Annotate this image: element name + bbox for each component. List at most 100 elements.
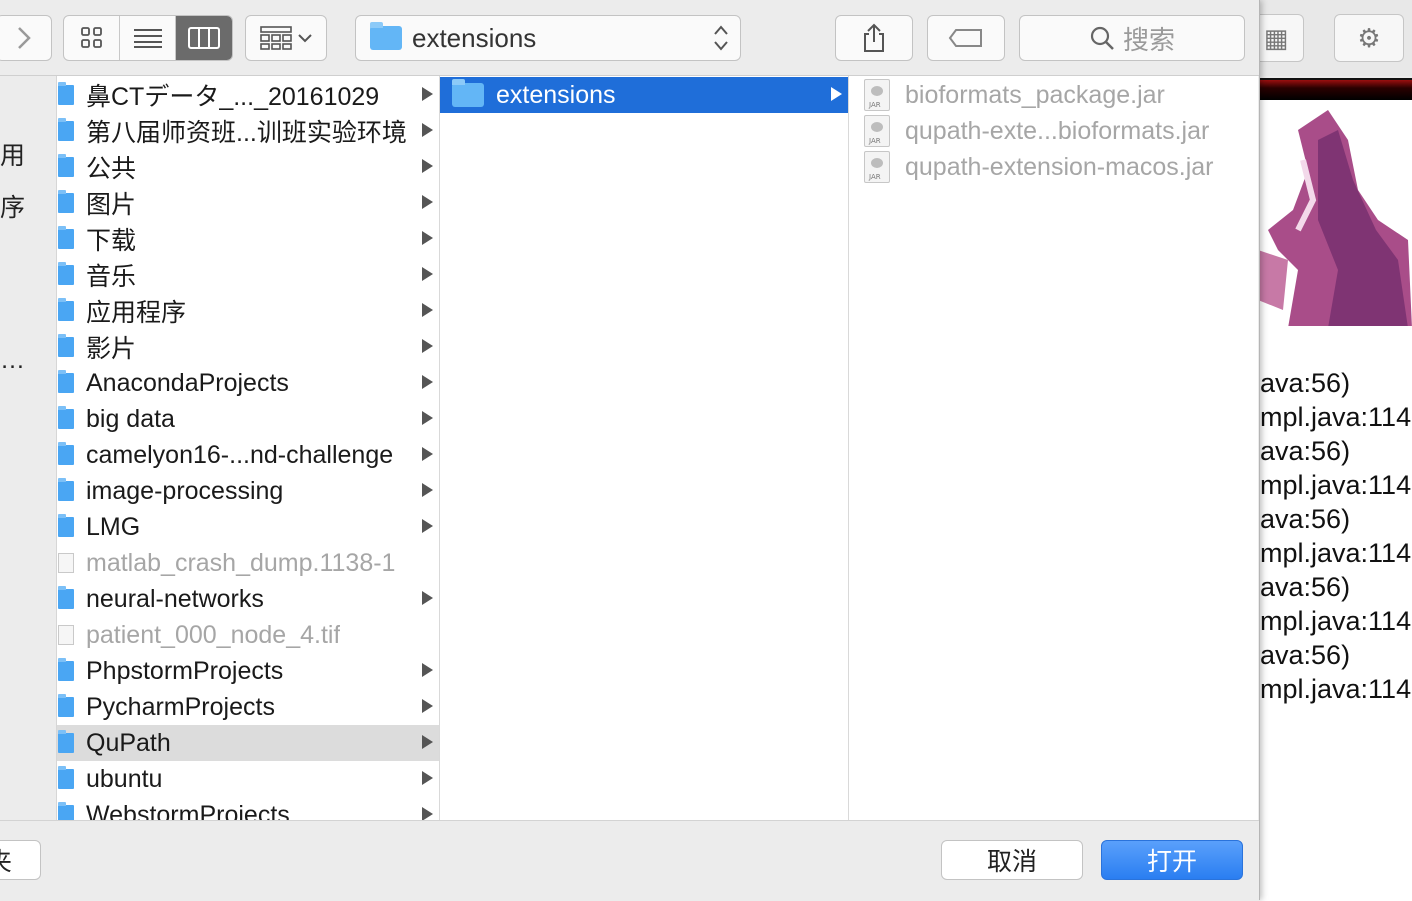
item-name: PhpstormProjects bbox=[86, 656, 284, 685]
folder-icon bbox=[58, 442, 74, 465]
path-popup-button[interactable]: extensions bbox=[355, 15, 741, 61]
list-item[interactable]: LMG bbox=[57, 509, 439, 545]
console-line: ava:56) bbox=[1260, 436, 1351, 466]
console-line: mpl.java:114 bbox=[1260, 674, 1412, 704]
cancel-button[interactable]: 取消 bbox=[941, 840, 1083, 880]
folder-icon bbox=[58, 694, 74, 717]
list-item[interactable]: QuPath bbox=[57, 725, 439, 761]
item-name: patient_000_node_4.tif bbox=[86, 620, 341, 649]
list-item[interactable]: patient_000_node_4.tif bbox=[57, 617, 439, 653]
list-item[interactable]: WebstormProjects bbox=[57, 797, 439, 820]
console-line: mpl.java:114 bbox=[1260, 538, 1412, 568]
disclosure-arrow-icon bbox=[422, 123, 433, 137]
icon-grid-icon bbox=[80, 27, 102, 48]
browser-column-2: extensions bbox=[440, 76, 849, 820]
file-item[interactable]: JAR bioformats_package.jar bbox=[849, 77, 1258, 113]
new-folder-button[interactable]: 夹 bbox=[0, 840, 41, 880]
console-line: ava:56) bbox=[1260, 572, 1351, 602]
view-mode-control[interactable] bbox=[63, 15, 233, 61]
tags-button[interactable] bbox=[927, 15, 1005, 61]
disclosure-arrow-icon bbox=[831, 87, 842, 101]
list-item[interactable]: 图片 bbox=[57, 185, 439, 221]
document-icon bbox=[58, 625, 74, 645]
search-field[interactable]: 搜索 bbox=[1019, 15, 1245, 61]
folder-icon bbox=[58, 370, 74, 393]
item-name: big data bbox=[86, 404, 175, 433]
search-icon bbox=[1090, 26, 1114, 50]
search-placeholder: 搜索 bbox=[1122, 24, 1175, 55]
sidebar-item-fragment[interactable]: 序 bbox=[0, 188, 25, 224]
background-settings-button[interactable]: ⚙ bbox=[1334, 14, 1404, 62]
list-item[interactable]: camelyon16-...nd-challenge bbox=[57, 437, 439, 473]
disclosure-arrow-icon bbox=[422, 375, 433, 389]
forward-button[interactable] bbox=[0, 15, 52, 61]
sidebar-item-fragment[interactable]: 用 bbox=[0, 136, 25, 172]
list-item[interactable]: 应用程序 bbox=[57, 293, 439, 329]
list-item[interactable]: ubuntu bbox=[57, 761, 439, 797]
list-item[interactable]: image-processing bbox=[57, 473, 439, 509]
list-item[interactable]: big data bbox=[57, 401, 439, 437]
item-name: camelyon16-...nd-challenge bbox=[86, 440, 394, 469]
disclosure-arrow-icon bbox=[422, 519, 433, 533]
list-item[interactable]: neural-networks bbox=[57, 581, 439, 617]
list-item[interactable]: 影片 bbox=[57, 329, 439, 365]
list-item[interactable]: extensions bbox=[440, 77, 848, 113]
list-item[interactable]: 第八届师资班...训班实验环境 bbox=[57, 113, 439, 149]
item-name: QuPath bbox=[86, 728, 171, 757]
item-name: ubuntu bbox=[86, 764, 163, 793]
console-line: mpl.java:114 bbox=[1260, 470, 1412, 500]
arrange-button[interactable] bbox=[245, 15, 327, 61]
list-item[interactable]: 下载 bbox=[57, 221, 439, 257]
list-view-button[interactable] bbox=[120, 16, 176, 60]
column-view-button[interactable] bbox=[176, 16, 232, 60]
item-name: neural-networks bbox=[86, 584, 264, 613]
document-icon bbox=[58, 553, 74, 573]
open-button[interactable]: 打开 bbox=[1101, 840, 1243, 880]
folder-icon bbox=[58, 586, 74, 609]
jar-badge: JAR bbox=[869, 101, 881, 109]
item-name: 图片 bbox=[86, 191, 137, 219]
sidebar-item-fragment[interactable]: … bbox=[0, 346, 25, 375]
item-name: qupath-extension-macos.jar bbox=[905, 152, 1214, 181]
folder-icon bbox=[58, 802, 74, 820]
item-name: 音乐 bbox=[86, 263, 137, 291]
jar-file-icon: JAR bbox=[864, 151, 890, 183]
folder-icon bbox=[58, 298, 74, 321]
item-name: qupath-exte...bioformats.jar bbox=[905, 116, 1210, 145]
item-name: WebstormProjects bbox=[86, 800, 290, 821]
folder-icon bbox=[58, 190, 74, 213]
browser-column-1: 鼻CTデータ_..._20161029 第八届师资班...训班实验环境公共图片 下载… bbox=[57, 76, 440, 820]
dialog-button-bar: 夹 取消 打开 bbox=[0, 820, 1259, 901]
chevron-down-icon bbox=[298, 34, 312, 43]
console-line: ava:56) bbox=[1260, 504, 1351, 534]
list-item[interactable]: AnacondaProjects bbox=[57, 365, 439, 401]
columns-icon bbox=[188, 27, 220, 49]
list-item[interactable]: PhpstormProjects bbox=[57, 653, 439, 689]
disclosure-arrow-icon bbox=[422, 735, 433, 749]
jar-file-icon: JAR bbox=[864, 115, 890, 147]
disclosure-arrow-icon bbox=[422, 267, 433, 281]
folder-icon bbox=[58, 478, 74, 501]
folder-icon bbox=[58, 118, 74, 141]
item-name: AnacondaProjects bbox=[86, 368, 289, 397]
item-name: bioformats_package.jar bbox=[905, 80, 1165, 109]
console-line: mpl.java:114 bbox=[1260, 606, 1412, 636]
disclosure-arrow-icon bbox=[422, 339, 433, 353]
item-name: 影片 bbox=[86, 335, 137, 363]
disclosure-arrow-icon bbox=[422, 447, 433, 461]
sidebar: 用 序 … bbox=[0, 76, 57, 820]
new-folder-label: 夹 bbox=[0, 842, 12, 878]
grid-icon: ▦ bbox=[1263, 22, 1289, 53]
list-item[interactable]: PycharmProjects bbox=[57, 689, 439, 725]
item-name: 公共 bbox=[86, 155, 137, 183]
disclosure-arrow-icon bbox=[422, 807, 433, 820]
list-item[interactable]: matlab_crash_dump.1138-1 bbox=[57, 545, 439, 581]
list-item[interactable]: 鼻CTデータ_..._20161029 bbox=[57, 77, 439, 113]
file-item[interactable]: JAR qupath-exte...bioformats.jar bbox=[849, 113, 1258, 149]
disclosure-arrow-icon bbox=[422, 159, 433, 173]
file-item[interactable]: JAR qupath-extension-macos.jar bbox=[849, 149, 1258, 185]
icon-view-button[interactable] bbox=[64, 16, 120, 60]
share-button[interactable] bbox=[835, 15, 913, 61]
list-item[interactable]: 公共 bbox=[57, 149, 439, 185]
list-item[interactable]: 音乐 bbox=[57, 257, 439, 293]
